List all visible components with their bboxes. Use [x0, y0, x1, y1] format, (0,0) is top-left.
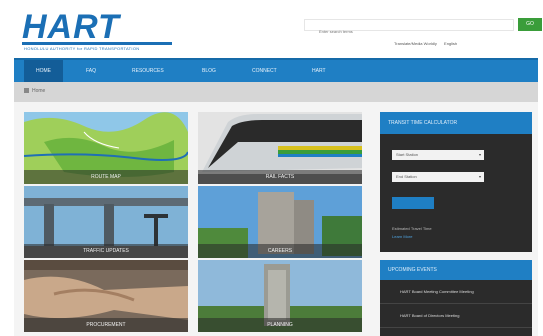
nav-item-blog[interactable]: BLOG — [202, 60, 216, 82]
page: HART HONOLULU AUTHORITY for RAPID TRANSP… — [14, 0, 542, 336]
events-title: UPCOMING EVENTS — [380, 260, 532, 280]
tile-label: TRAFFIC UPDATES — [24, 244, 188, 258]
tile-label: CAREERS — [198, 244, 362, 258]
logo-swoosh — [22, 42, 172, 45]
destination-select-value: End Station — [396, 174, 417, 179]
tile-rail-facts[interactable]: RAIL FACTS — [198, 112, 362, 184]
logo-tagline: HONOLULU AUTHORITY for RAPID TRANSPORTAT… — [24, 46, 140, 51]
destination-select[interactable]: End Station ▾ — [392, 172, 484, 182]
tile-procurement[interactable]: PROCUREMENT — [24, 260, 188, 332]
calculator-title: TRANSIT TIME CALCULATOR — [380, 112, 532, 134]
nav-item-connect[interactable]: CONNECT — [252, 60, 277, 82]
nav-item-resources[interactable]: RESOURCES — [132, 60, 164, 82]
nav-item-hart[interactable]: HART — [312, 60, 326, 82]
transit-time-calculator: TRANSIT TIME CALCULATOR Start Station ▾ … — [380, 112, 532, 252]
hart-logo[interactable]: HART HONOLULU AUTHORITY for RAPID TRANSP… — [22, 8, 202, 52]
breadcrumb: Home — [24, 88, 45, 94]
event-item[interactable]: HART Board of Directors Meeting — [380, 304, 532, 328]
main-nav: HOME FAQ RESOURCES BLOG CONNECT HART — [14, 58, 538, 82]
calculator-link[interactable]: Learn More — [392, 234, 412, 239]
calculator-note: Estimated Travel Time — [392, 226, 432, 231]
tile-label: RAIL FACTS — [198, 170, 362, 184]
utility-links: Translate/Media Worldly English — [394, 41, 463, 46]
calculate-button[interactable] — [392, 197, 434, 209]
tile-route-map[interactable]: ROUTE MAP — [24, 112, 188, 184]
upcoming-events: UPCOMING EVENTS HART Board Meeting Commi… — [380, 260, 532, 336]
search-box — [304, 19, 514, 37]
nav-item-faq[interactable]: FAQ — [86, 60, 96, 82]
site-header: HART HONOLULU AUTHORITY for RAPID TRANSP… — [14, 0, 542, 58]
chevron-down-icon: ▾ — [478, 152, 481, 157]
chevron-down-icon: ▾ — [478, 174, 481, 179]
tile-careers[interactable]: CAREERS — [198, 186, 362, 258]
search-input[interactable] — [305, 26, 513, 37]
search-go-button[interactable]: GO — [518, 18, 542, 31]
home-icon — [24, 88, 29, 94]
breadcrumb-bar: Home — [14, 82, 538, 102]
language-select[interactable]: English — [444, 41, 457, 46]
breadcrumb-home[interactable]: Home — [32, 88, 45, 94]
translate-link[interactable]: Translate/Media Worldly — [394, 41, 437, 46]
tile-label: ROUTE MAP — [24, 170, 188, 184]
origin-select-value: Start Station — [396, 152, 419, 157]
nav-item-home[interactable]: HOME — [24, 60, 63, 82]
tile-label: PLANNING — [198, 318, 362, 332]
tile-label: PROCUREMENT — [24, 318, 188, 332]
event-item[interactable]: HART Board Meeting Committee Meeting — [380, 280, 532, 304]
origin-select[interactable]: Start Station ▾ — [392, 150, 484, 160]
tile-planning[interactable]: PLANNING — [198, 260, 362, 332]
tile-traffic-updates[interactable]: TRAFFIC UPDATES — [24, 186, 188, 258]
